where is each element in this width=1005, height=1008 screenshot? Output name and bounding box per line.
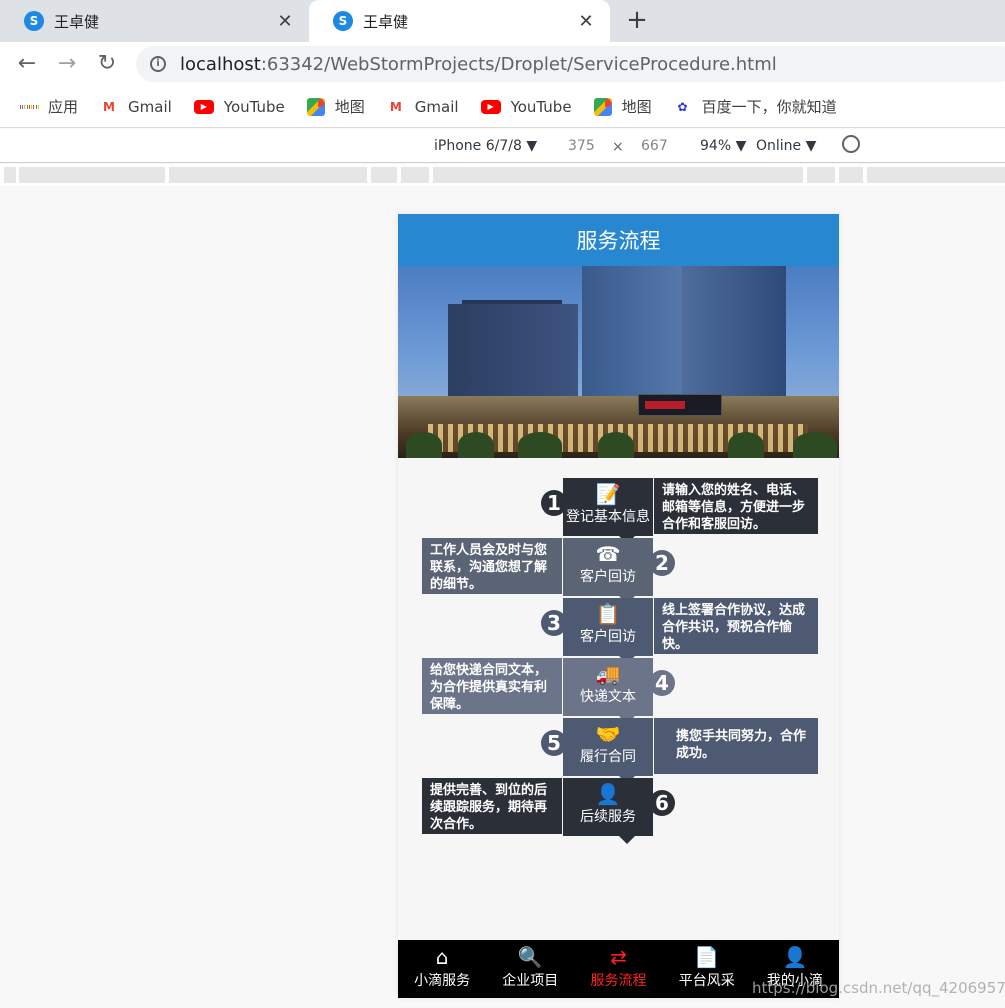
service-process-flow: 1 📝 登记基本信息 请输入您的姓名、电话、邮箱等信息，方便进一步合作和客服回访… — [398, 458, 839, 888]
step-label: 履行合同 — [580, 749, 636, 765]
search-doc-icon: 🔍 — [517, 945, 543, 969]
nav-item-platform-style[interactable]: 📄 平台风采 — [663, 940, 751, 998]
media-query-ruler[interactable] — [0, 164, 1005, 186]
step-description: 给您快递合同文本，为合作提供真实有利保障。 — [422, 658, 562, 714]
step-description: 工作人员会及时与您联系，沟通您想了解的细节。 — [422, 538, 562, 594]
maps-icon — [306, 97, 325, 116]
bookmark-label: Gmail — [414, 97, 459, 116]
nav-label: 小滴服务 — [414, 973, 471, 989]
nav-item-enterprise-projects[interactable]: 🔍 企业项目 — [486, 940, 574, 998]
bookmark-apps[interactable]: 应用 — [20, 96, 78, 117]
address-bar[interactable]: i localhost :63342/WebStormProjects/Drop… — [136, 46, 1005, 82]
nav-item-xiaodi-service[interactable]: ⌂ 小滴服务 — [398, 940, 486, 998]
step-label: 后续服务 — [580, 809, 636, 825]
device-toolbar: iPhone 6/7/8 ▼ 375 × 667 94% ▼ Online ▼ — [0, 129, 1005, 163]
bookmark-youtube-2[interactable]: ▶ YouTube — [480, 97, 572, 116]
step-label: 登记基本信息 — [566, 509, 650, 525]
exchange-icon: ⇄ — [610, 945, 627, 969]
process-step-5: 🤝 履行合同 — [563, 718, 653, 784]
step-label: 客户回访 — [580, 569, 636, 585]
bookmark-maps[interactable]: 地图 — [306, 96, 365, 117]
process-step-6: 👤 后续服务 — [563, 778, 653, 844]
viewport-width-input[interactable]: 375 — [568, 138, 595, 154]
step-number: 6 — [649, 790, 675, 816]
service-person-icon: 👤 — [595, 782, 621, 806]
nav-label: 平台风采 — [678, 973, 735, 989]
step-description: 请输入您的姓名、电话、邮箱等信息，方便进一步合作和客服回访。 — [654, 478, 818, 534]
nav-label: 企业项目 — [502, 973, 559, 989]
device-select[interactable]: iPhone 6/7/8 ▼ — [434, 138, 537, 154]
bookmark-label: YouTube — [510, 97, 572, 116]
billboard — [638, 394, 722, 416]
process-step-4: 🚚 快递文本 — [563, 658, 653, 724]
youtube-icon: ▶ — [193, 99, 214, 114]
nav-item-service-process[interactable]: ⇄ 服务流程 — [574, 940, 662, 998]
browser-toolbar: ← → ↻ i localhost :63342/WebStormProject… — [0, 42, 1005, 86]
bookmark-baidu[interactable]: ✿ 百度一下，你就知道 — [674, 96, 837, 117]
pen-card-icon: 📝 — [595, 482, 621, 506]
bookmark-label: YouTube — [223, 97, 285, 116]
viewport-height-input[interactable]: 667 — [641, 138, 668, 154]
rotate-icon[interactable] — [838, 131, 864, 157]
telephone-icon: ☎ — [595, 542, 621, 566]
step-number: 2 — [649, 550, 675, 576]
bookmark-label: Gmail — [128, 97, 172, 116]
youtube-icon: ▶ — [480, 99, 501, 114]
new-tab-button[interactable]: + — [622, 6, 652, 36]
delivery-truck-icon: 🚚 — [595, 662, 621, 686]
document-icon: 📄 — [694, 945, 720, 969]
network-throttle-select[interactable]: Online ▼ — [756, 138, 816, 154]
bookmark-label: 地图 — [621, 98, 652, 116]
user-icon: 👤 — [782, 945, 808, 969]
handshake-icon: 🤝 — [595, 722, 621, 746]
browser-tab-2-active[interactable]: S 王卓健 ✕ — [309, 0, 610, 42]
home-icon: ⌂ — [435, 945, 449, 969]
process-step-3: 📋 客户回访 — [563, 598, 653, 664]
maps-icon — [593, 97, 612, 116]
process-step-1: 📝 登记基本信息 — [563, 478, 653, 544]
step-number: 4 — [649, 670, 675, 696]
back-button[interactable]: ← — [16, 53, 38, 75]
bookmark-gmail[interactable]: M Gmail — [100, 98, 172, 116]
url-path: :63342/WebStormProjects/Droplet/ServiceP… — [260, 53, 777, 75]
dimension-separator: × — [612, 139, 624, 155]
apps-grid-icon — [20, 98, 38, 116]
bookmark-maps-2[interactable]: 地图 — [593, 96, 652, 117]
zoom-select[interactable]: 94% ▼ — [700, 138, 746, 154]
close-tab-icon[interactable]: ✕ — [576, 11, 596, 32]
process-step-2: ☎ 客户回访 — [563, 538, 653, 604]
watermark: https://blog.csdn.net/qq_42069571 — [752, 979, 1005, 997]
step-label: 快递文本 — [580, 689, 636, 705]
gmail-icon: M — [389, 99, 402, 114]
step-description: 提供完善、到位的后续跟踪服务，期待再次合作。 — [422, 778, 562, 834]
step-description: 携您手共同努力，合作成功。 — [654, 718, 818, 774]
url-host: localhost — [180, 53, 261, 75]
site-favicon-icon: S — [333, 11, 353, 31]
reload-button[interactable]: ↻ — [96, 53, 118, 75]
hero-building-image — [398, 266, 839, 458]
tab-title: 王卓健 — [54, 12, 100, 31]
nav-label: 服务流程 — [590, 973, 647, 989]
baidu-paw-icon: ✿ — [677, 99, 688, 114]
device-viewport: 服务流程 1 📝 登记基本信息 请输入您的姓名、电话、邮箱等信息，方便进一步合作… — [398, 214, 839, 998]
checklist-icon: 📋 — [595, 602, 621, 626]
page-title: 服务流程 — [576, 229, 661, 253]
step-description: 线上签署合作协议，达成合作共识，预祝合作愉快。 — [654, 598, 818, 654]
site-favicon-icon: S — [24, 11, 44, 31]
page-header: 服务流程 — [398, 214, 839, 266]
tab-title: 王卓健 — [363, 12, 409, 31]
bookmarks-bar: 应用 M Gmail ▶ YouTube 地图 M Gmail ▶ YouTub… — [0, 86, 1005, 128]
bookmark-label: 应用 — [48, 98, 79, 116]
site-info-icon[interactable]: i — [150, 56, 166, 72]
tab-strip: S 王卓健 ✕ S 王卓健 ✕ + — [0, 0, 1005, 42]
forward-button[interactable]: → — [56, 53, 78, 75]
bookmark-label: 地图 — [334, 98, 365, 116]
bookmark-label: 百度一下，你就知道 — [701, 98, 837, 116]
close-tab-icon[interactable]: ✕ — [275, 11, 295, 32]
step-label: 客户回访 — [580, 629, 636, 645]
bookmark-gmail-2[interactable]: M Gmail — [387, 98, 459, 116]
gmail-icon: M — [103, 99, 115, 114]
browser-tab-1[interactable]: S 王卓健 ✕ — [0, 0, 309, 42]
bookmark-youtube[interactable]: ▶ YouTube — [193, 97, 285, 116]
